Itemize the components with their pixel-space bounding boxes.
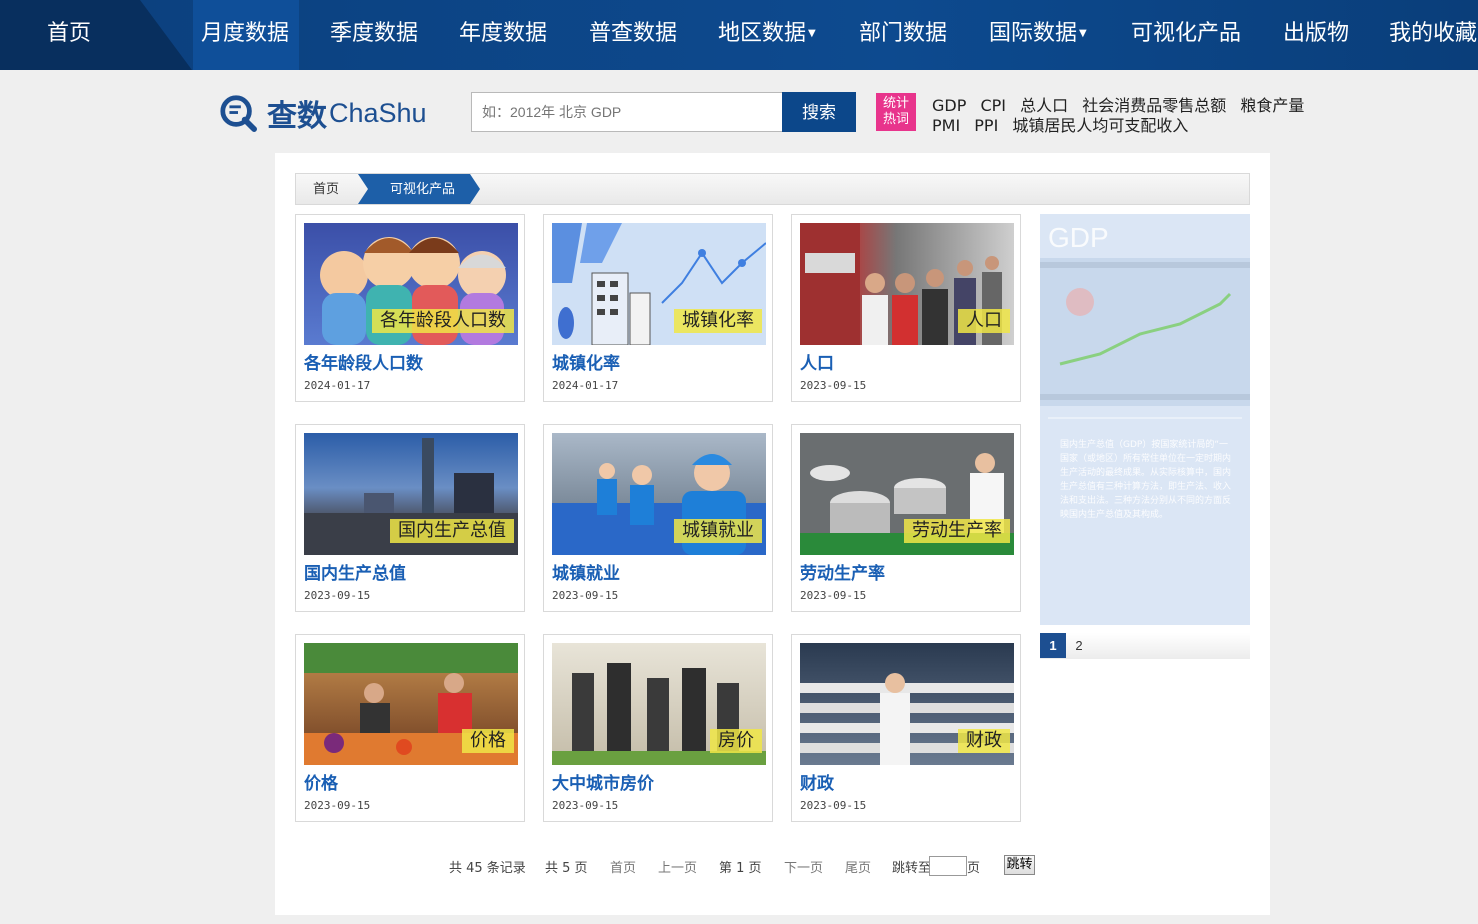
hot-word-link[interactable]: PPI (974, 116, 998, 135)
thumbnail-image[interactable]: 劳动生产率 (800, 433, 1014, 555)
hot-words-row-2: PMI PPI 城镇居民人均可支配收入 (932, 112, 1197, 136)
nav-favorites[interactable]: 我的收藏 (1389, 0, 1477, 70)
thumbnail-image[interactable]: 财政 (800, 643, 1014, 765)
pager-current: 第 1 页 (719, 861, 762, 876)
product-card[interactable]: 财政 财政 2023-09-15 (791, 634, 1021, 822)
product-card[interactable]: 城镇化率 城镇化率 2024-01-17 (543, 214, 773, 402)
sidebar-description: 国内生产总值（GDP）按国家统计局的“一国家（或地区）所有常住单位在一定时期内生… (1060, 440, 1232, 520)
search-logo-icon (220, 95, 257, 132)
card-title-link[interactable]: 城镇化率 (552, 349, 620, 374)
logo-text-en: ChaShu (329, 97, 427, 128)
card-title-link[interactable]: 劳动生产率 (800, 559, 885, 584)
card-date: 2024-01-17 (304, 379, 371, 392)
card-title-link[interactable]: 城镇就业 (552, 559, 620, 584)
card-date: 2023-09-15 (800, 379, 867, 392)
nav-international-label: 国际数据 (989, 21, 1078, 46)
nav-department[interactable]: 部门数据 (859, 0, 947, 70)
card-date: 2023-09-15 (552, 799, 619, 812)
thumbnail-label: 价格 (462, 729, 514, 753)
thumbnail-label: 城镇就业 (674, 519, 762, 543)
pager-jump-label: 跳转至 (892, 861, 932, 876)
nav-census[interactable]: 普查数据 (589, 0, 677, 70)
hot-badge-line2: 热词 (882, 112, 909, 127)
card-title-link[interactable]: 国内生产总值 (304, 559, 406, 584)
pager-first[interactable]: 首页 (610, 857, 636, 876)
product-card[interactable]: 城镇就业 城镇就业 2023-09-15 (543, 424, 773, 612)
product-card[interactable]: 国内生产总值 国内生产总值 2023-09-15 (295, 424, 525, 612)
nav-publications[interactable]: 出版物 (1283, 0, 1349, 70)
nav-annual[interactable]: 年度数据 (459, 0, 547, 70)
thumbnail-image[interactable]: 国内生产总值 (304, 433, 518, 555)
hot-word-link[interactable]: 城镇居民人均可支配收入 (1012, 116, 1188, 135)
chevron-down-icon: ▼ (808, 28, 816, 39)
site-logo[interactable]: 查数 ChaShu (219, 92, 427, 134)
nav-quarterly[interactable]: 季度数据 (330, 0, 418, 70)
product-card[interactable]: 劳动生产率 劳动生产率 2023-09-15 (791, 424, 1021, 612)
hot-word-link[interactable]: 粮食产量 (1240, 96, 1304, 115)
card-date: 2023-09-15 (552, 589, 619, 602)
thumbnail-label: 财政 (958, 729, 1010, 753)
nav-regional-label: 地区数据 (718, 21, 807, 46)
nav-visualization[interactable]: 可视化产品 (1131, 0, 1241, 70)
pager-total-records: 共 45 条记录 (449, 861, 526, 876)
sidebar-page-1[interactable]: 1 (1040, 633, 1066, 658)
pager-next[interactable]: 下一页 (784, 857, 823, 876)
card-date: 2023-09-15 (304, 589, 371, 602)
breadcrumb-current: 可视化产品 (358, 174, 480, 204)
breadcrumb: 首页 可视化产品 (295, 173, 1250, 205)
thumbnail-image[interactable]: 城镇化率 (552, 223, 766, 345)
product-card[interactable]: 人口 人口 2023-09-15 (791, 214, 1021, 402)
thumbnail-label: 人口 (958, 309, 1010, 333)
pager-total-pages: 共 5 页 (545, 861, 588, 876)
top-navigation-bar: 首页 月度数据 季度数据 年度数据 普查数据 地区数据 ▼ 部门数据 国际数据 ▼ … (0, 0, 1478, 70)
card-date: 2023-09-15 (304, 799, 371, 812)
home-tab-bg (0, 0, 192, 70)
pager-jump-input[interactable] (929, 856, 967, 876)
sidebar-carousel[interactable]: GDP 国内生产总值（GDP）按国家统计局的“一国家（或地区）所有常住单位在一定… (1040, 214, 1250, 625)
sidebar-page-2[interactable]: 2 (1066, 633, 1092, 658)
gdp-banner-image (1040, 258, 1250, 419)
thumbnail-image[interactable]: 房价 (552, 643, 766, 765)
card-title-link[interactable]: 人口 (800, 349, 834, 374)
chevron-down-icon: ▼ (1079, 28, 1087, 39)
thumbnail-label: 劳动生产率 (904, 519, 1010, 543)
thumbnail-image[interactable]: 人口 (800, 223, 1014, 345)
sidebar-pagination: 1 2 (1040, 633, 1250, 659)
thumbnail-label: 各年龄段人口数 (372, 309, 514, 333)
nav-regional[interactable]: 地区数据 ▼ (718, 0, 816, 70)
thumbnail-image[interactable]: 城镇就业 (552, 433, 766, 555)
pager-page-unit: 页 (967, 861, 981, 876)
product-card[interactable]: 各年龄段人口数 各年龄段人口数 2024-01-17 (295, 214, 525, 402)
thumbnail-label: 房价 (710, 729, 762, 753)
card-title-link[interactable]: 大中城市房价 (552, 769, 654, 794)
breadcrumb-home[interactable]: 首页 (313, 174, 339, 204)
search-button[interactable]: 搜索 (782, 92, 856, 132)
thumbnail-label: 城镇化率 (674, 309, 762, 333)
card-title-link[interactable]: 各年龄段人口数 (304, 349, 423, 374)
thumbnail-label: 国内生产总值 (390, 519, 514, 543)
nav-international[interactable]: 国际数据 ▼ (989, 0, 1087, 70)
sidebar-heading: GDP (1048, 222, 1109, 253)
card-date: 2024-01-17 (552, 379, 619, 392)
search-input[interactable] (471, 92, 782, 132)
hot-word-link[interactable]: PMI (932, 116, 960, 135)
card-date: 2023-09-15 (800, 799, 867, 812)
card-title-link[interactable]: 价格 (304, 769, 338, 794)
card-title-link[interactable]: 财政 (800, 769, 834, 794)
hot-badge-line1: 统计 (882, 96, 909, 111)
product-card[interactable]: 价格 价格 2023-09-15 (295, 634, 525, 822)
product-card[interactable]: 房价 大中城市房价 2023-09-15 (543, 634, 773, 822)
pager-prev[interactable]: 上一页 (658, 857, 697, 876)
logo-text-cn: 查数 (267, 99, 327, 134)
card-date: 2023-09-15 (800, 589, 867, 602)
nav-monthly[interactable]: 月度数据 (193, 0, 299, 70)
nav-home[interactable]: 首页 (47, 0, 91, 70)
hot-words-badge: 统计 热词 (876, 93, 916, 131)
thumbnail-image[interactable]: 各年龄段人口数 (304, 223, 518, 345)
pager-jump-button[interactable]: 跳转 (1004, 855, 1035, 875)
thumbnail-image[interactable]: 价格 (304, 643, 518, 765)
pager-last[interactable]: 尾页 (845, 857, 871, 876)
